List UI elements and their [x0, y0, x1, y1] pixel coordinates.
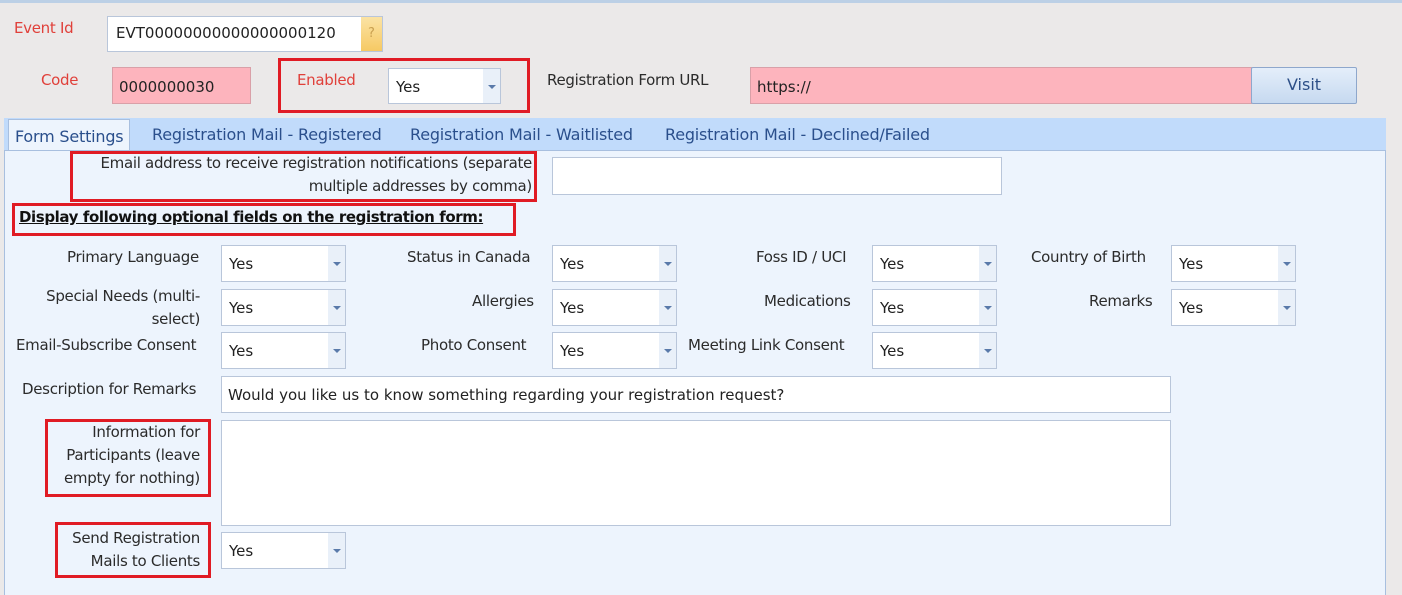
dropdown-button[interactable]: [1278, 290, 1295, 325]
remarks-dropdown[interactable]: Yes: [1171, 289, 1296, 326]
dropdown-button[interactable]: [328, 246, 345, 281]
dropdown-value: Yes: [880, 299, 905, 317]
chevron-down-icon: [333, 549, 341, 553]
country-of-birth-dropdown[interactable]: Yes: [1171, 245, 1296, 282]
dropdown-value: Yes: [880, 342, 905, 360]
meeting-link-consent-label: Meeting Link Consent: [688, 336, 845, 354]
email-subscribe-consent-label: Email-Subscribe Consent: [16, 336, 197, 354]
dropdown-button[interactable]: [979, 246, 996, 281]
dropdown-button[interactable]: [328, 333, 345, 368]
dropdown-value: Yes: [229, 342, 254, 360]
foss-id-label: Foss ID / UCI: [756, 248, 847, 266]
status-in-canada-dropdown[interactable]: Yes: [552, 245, 677, 282]
medications-dropdown[interactable]: Yes: [872, 289, 997, 326]
chevron-down-icon: [333, 306, 341, 310]
dropdown-button[interactable]: [659, 290, 676, 325]
visit-button[interactable]: Visit: [1251, 67, 1357, 104]
chevron-down-icon: [664, 306, 672, 310]
enabled-value: Yes: [396, 78, 421, 96]
code-field[interactable]: 0000000030: [112, 67, 251, 104]
event-id-field[interactable]: EVT00000000000000000120 ?: [107, 16, 383, 52]
allergies-label: Allergies: [472, 292, 534, 310]
enabled-dropdown-button[interactable]: [483, 69, 500, 103]
dropdown-value: Yes: [1179, 299, 1204, 317]
dropdown-button[interactable]: [979, 290, 996, 325]
foss-id-dropdown[interactable]: Yes: [872, 245, 997, 282]
dropdown-value: Yes: [229, 255, 254, 273]
chevron-down-icon: [664, 262, 672, 266]
code-value: 0000000030: [119, 78, 215, 96]
description-remarks-input[interactable]: Would you like us to know something rega…: [221, 376, 1171, 413]
notification-email-input[interactable]: [552, 157, 1002, 195]
tab-registration-mail-declined[interactable]: Registration Mail - Declined/Failed: [665, 118, 930, 150]
remarks-label: Remarks: [1089, 292, 1153, 310]
meeting-link-consent-dropdown[interactable]: Yes: [872, 332, 997, 369]
dropdown-button[interactable]: [328, 533, 345, 568]
send-mails-label: Send Registration Mails to Clients: [72, 529, 200, 570]
chevron-down-icon: [333, 262, 341, 266]
dropdown-value: Yes: [880, 255, 905, 273]
chevron-down-icon: [1283, 306, 1291, 310]
email-subscribe-consent-dropdown[interactable]: Yes: [221, 332, 346, 369]
chevron-down-icon: [984, 306, 992, 310]
primary-language-label: Primary Language: [67, 248, 199, 266]
dropdown-value: Yes: [1179, 255, 1204, 273]
tab-bar: Form Settings Registration Mail - Regist…: [4, 118, 1386, 151]
photo-consent-label: Photo Consent: [421, 336, 527, 354]
primary-language-dropdown[interactable]: Yes: [221, 245, 346, 282]
description-remarks-value: Would you like us to know something rega…: [228, 386, 785, 404]
code-label: Code: [41, 71, 79, 89]
special-needs-dropdown[interactable]: Yes: [221, 289, 346, 326]
dropdown-button[interactable]: [328, 290, 345, 325]
medications-label: Medications: [764, 292, 851, 310]
enabled-label: Enabled: [297, 71, 356, 89]
info-participants-label: Information for Participants (leave empt…: [63, 423, 200, 487]
notification-email-label: Email address to receive registration no…: [100, 154, 532, 195]
chevron-down-icon: [488, 85, 496, 89]
send-mails-dropdown[interactable]: Yes: [221, 532, 346, 569]
chevron-down-icon: [664, 349, 672, 353]
enabled-dropdown[interactable]: Yes: [388, 68, 501, 104]
dropdown-button[interactable]: [1278, 246, 1295, 281]
tab-form-settings[interactable]: Form Settings: [8, 119, 131, 151]
dropdown-button[interactable]: [659, 246, 676, 281]
section-title: Display following optional fields on the…: [19, 208, 484, 226]
dropdown-value: Yes: [560, 342, 585, 360]
registration-url-field[interactable]: https://: [750, 67, 1252, 104]
dropdown-value: Yes: [560, 299, 585, 317]
registration-url-label: Registration Form URL: [547, 71, 709, 89]
info-participants-textarea[interactable]: [221, 420, 1171, 526]
dropdown-button[interactable]: [979, 333, 996, 368]
dropdown-value: Yes: [229, 299, 254, 317]
country-of-birth-label: Country of Birth: [1031, 248, 1146, 266]
chevron-down-icon: [1283, 262, 1291, 266]
dropdown-button[interactable]: [659, 333, 676, 368]
tab-registration-mail-registered[interactable]: Registration Mail - Registered: [152, 118, 382, 150]
chevron-down-icon: [984, 349, 992, 353]
allergies-dropdown[interactable]: Yes: [552, 289, 677, 326]
chevron-down-icon: [984, 262, 992, 266]
registration-url-value: https://: [757, 78, 811, 96]
description-remarks-label: Description for Remarks: [22, 380, 197, 398]
dropdown-value: Yes: [229, 542, 254, 560]
special-needs-label: Special Needs (multi-select): [46, 287, 200, 328]
event-id-value: EVT00000000000000000120: [116, 24, 336, 42]
status-in-canada-label: Status in Canada: [407, 248, 531, 266]
photo-consent-dropdown[interactable]: Yes: [552, 332, 677, 369]
dropdown-value: Yes: [560, 255, 585, 273]
window-top-border: [0, 0, 1402, 3]
event-id-label: Event Id: [14, 19, 74, 37]
tab-registration-mail-waitlisted[interactable]: Registration Mail - Waitlisted: [410, 118, 633, 150]
help-icon[interactable]: ?: [361, 17, 382, 51]
chevron-down-icon: [333, 349, 341, 353]
